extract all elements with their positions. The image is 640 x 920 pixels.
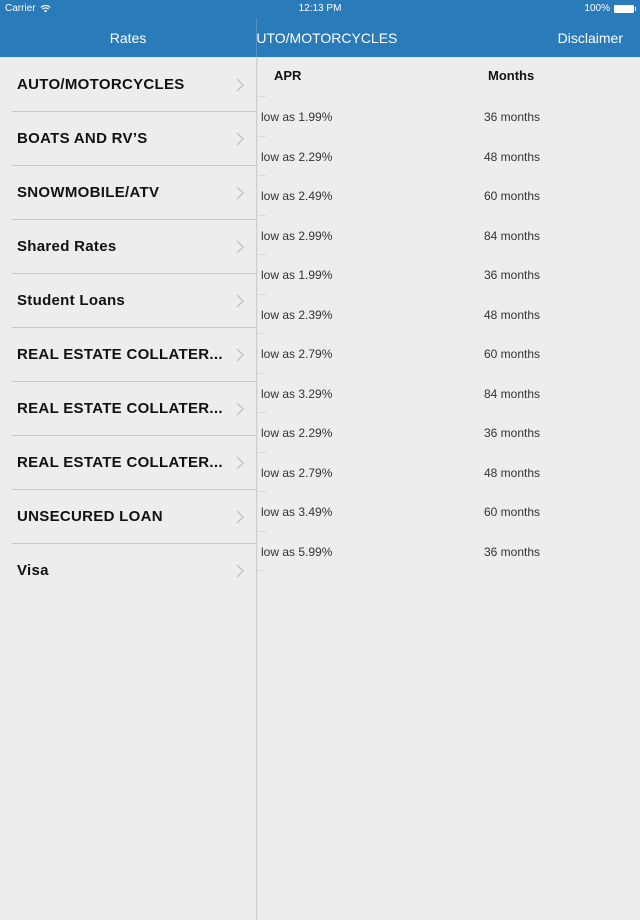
row-separator: [258, 254, 266, 255]
list-item-label: SNOWMOBILE/ATV: [17, 184, 160, 201]
chevron-right-icon: [236, 456, 244, 470]
apr-cell: low as 3.29%: [261, 386, 333, 401]
table-row: low as 5.99% 36 months: [258, 530, 640, 571]
status-time: 12:13 PM: [298, 3, 342, 14]
table-row: low as 2.99% 84 months: [258, 214, 640, 255]
column-header-apr: APR: [274, 68, 302, 83]
months-cell: 60 months: [484, 189, 541, 203]
column-header-months: Months: [488, 68, 535, 83]
months-cell: 60 months: [484, 347, 541, 361]
list-item-label: REAL ESTATE COLLATER...: [17, 454, 223, 471]
row-separator: [258, 412, 266, 413]
list-item[interactable]: AUTO/MOTORCYCLES: [0, 58, 256, 112]
list-item[interactable]: UNSECURED LOAN: [0, 490, 256, 544]
table-row: low as 2.79% 60 months: [258, 333, 640, 373]
apr-cell: low as 3.49%: [261, 505, 333, 519]
apr-cell: low as 2.79%: [261, 347, 333, 361]
table-row: low as 2.79% 48 months: [258, 451, 640, 492]
months-cell: 84 months: [484, 228, 541, 243]
table-row: low as 1.99% 36 months: [258, 96, 640, 136]
list-item-label: Student Loans: [17, 292, 126, 309]
months-cell: 48 months: [484, 307, 541, 322]
row-separator: [258, 214, 266, 216]
battery-indicator: 100%: [584, 3, 636, 14]
list-item[interactable]: REAL ESTATE COLLATER...: [0, 436, 256, 490]
list-item-label: REAL ESTATE COLLATER...: [17, 346, 223, 363]
detail-nav-bar: AUTO/MOTORCYCLES Disclaimer: [257, 18, 640, 58]
months-cell: 36 months: [484, 544, 541, 559]
months-cell: 48 months: [484, 465, 541, 480]
list-item[interactable]: BOATS AND RV’S: [0, 112, 256, 166]
detail-nav-title: AUTO/MOTORCYCLES: [257, 30, 398, 46]
row-separator: [258, 530, 266, 532]
list-item[interactable]: SNOWMOBILE/ATV: [0, 166, 256, 220]
rates-category-list: AUTO/MOTORCYCLES BOATS AND RV’S SNOWMOBILE…: [0, 58, 256, 920]
chevron-right-icon: [236, 564, 244, 578]
row-separator: [258, 175, 266, 176]
chevron-right-icon: [236, 402, 244, 416]
list-item-label: Visa: [17, 562, 49, 579]
table-row: low as 2.39% 48 months: [258, 293, 640, 334]
table-row: low as 2.49% 60 months: [258, 175, 640, 215]
list-item[interactable]: REAL ESTATE COLLATER...: [0, 328, 256, 382]
apr-cell: low as 5.99%: [261, 544, 333, 559]
row-separator: [258, 491, 266, 492]
battery-percent: 100%: [584, 3, 610, 14]
row-separator: [258, 333, 266, 334]
chevron-right-icon: [236, 78, 244, 92]
master-nav-title: Rates: [109, 30, 147, 46]
table-row: low as 2.29% 36 months: [258, 412, 640, 452]
list-item[interactable]: Student Loans: [0, 274, 256, 328]
list-item-label: UNSECURED LOAN: [17, 508, 163, 525]
top-bar: Carrier 12:13 PM 100% Rates AUTO/MOTORCY…: [0, 0, 640, 59]
row-separator: [258, 570, 266, 571]
months-cell: 60 months: [484, 505, 541, 519]
table-row: low as 3.29% 84 months: [258, 372, 640, 413]
chevron-right-icon: [236, 132, 244, 146]
list-item-label: Shared Rates: [17, 238, 117, 255]
apr-cell: low as 2.29%: [261, 149, 333, 164]
chevron-right-icon: [236, 348, 244, 362]
row-separator: [258, 96, 266, 97]
apr-cell: low as 1.99%: [261, 268, 333, 282]
list-item[interactable]: REAL ESTATE COLLATER...: [0, 382, 256, 436]
months-cell: 36 months: [484, 268, 541, 282]
chevron-right-icon: [236, 186, 244, 200]
chevron-right-icon: [236, 294, 244, 308]
row-separator: [258, 293, 266, 295]
apr-cell: low as 2.79%: [261, 465, 333, 480]
months-cell: 84 months: [484, 386, 541, 401]
table-row: low as 1.99% 36 months: [258, 254, 640, 294]
chevron-right-icon: [236, 240, 244, 254]
app: Carrier 12:13 PM 100% Rates AUTO/MOTORCY…: [0, 0, 640, 920]
apr-cell: low as 2.39%: [261, 307, 333, 322]
disclaimer-button[interactable]: Disclaimer: [558, 18, 623, 58]
list-item-label: REAL ESTATE COLLATER...: [17, 400, 223, 417]
rate-rows: low as 1.99% 36 months low as 2.29% 48 mont…: [258, 96, 640, 571]
table-row: low as 3.49% 60 months: [258, 491, 640, 531]
status-bar: Carrier 12:13 PM 100%: [0, 0, 640, 18]
rates-detail-table: APR Months low as 1.99% 36 months low as 2…: [258, 58, 640, 920]
apr-cell: low as 1.99%: [261, 110, 333, 124]
list-item-label: BOATS AND RV’S: [17, 130, 148, 147]
chevron-right-icon: [236, 510, 244, 524]
row-separator: [258, 372, 266, 374]
list-item[interactable]: Visa: [0, 544, 256, 598]
months-cell: 36 months: [484, 426, 541, 440]
row-separator: [258, 451, 266, 453]
table-row: low as 2.29% 48 months: [258, 135, 640, 176]
list-item-label: AUTO/MOTORCYCLES: [17, 76, 185, 93]
months-cell: 48 months: [484, 149, 541, 164]
apr-cell: low as 2.99%: [261, 228, 333, 243]
table-header: APR Months: [258, 58, 640, 96]
row-separator: [258, 135, 266, 137]
apr-cell: low as 2.29%: [261, 426, 333, 440]
list-item[interactable]: Shared Rates: [0, 220, 256, 274]
battery-icon: [614, 4, 636, 13]
apr-cell: low as 2.49%: [261, 189, 333, 203]
months-cell: 36 months: [484, 110, 541, 124]
